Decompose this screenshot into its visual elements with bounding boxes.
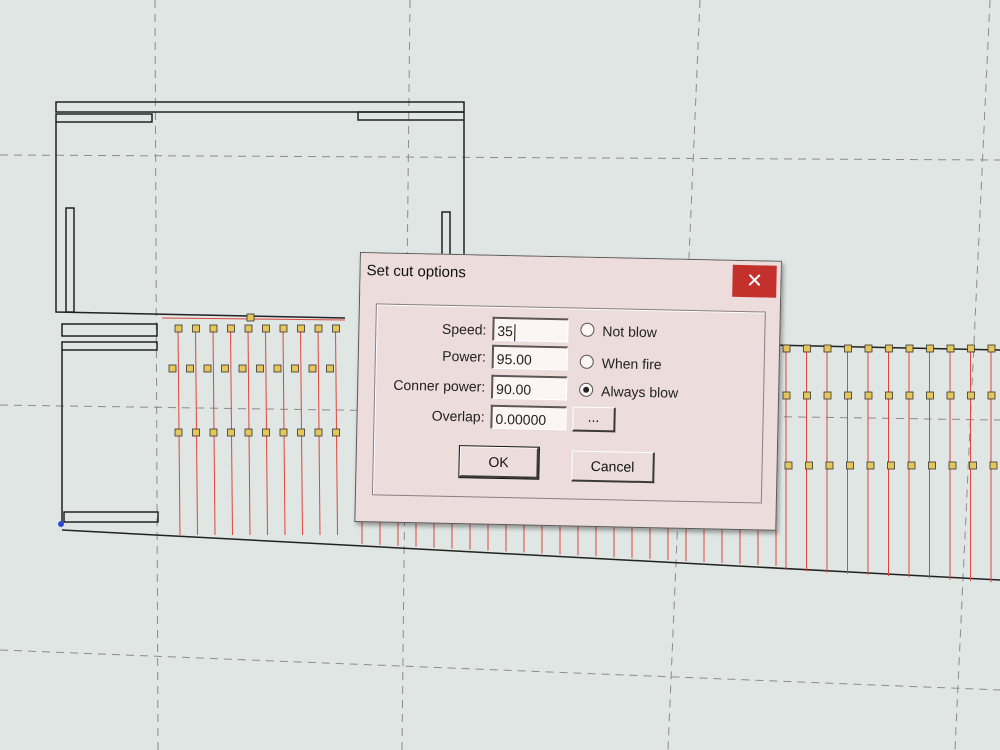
set-cut-options-dialog: Set cut options ✕ Speed: 35 Power: 95.00… bbox=[354, 252, 782, 531]
node-marker bbox=[262, 324, 270, 333]
corner-power-label: Conner power: bbox=[393, 376, 486, 395]
node-marker bbox=[186, 364, 194, 373]
node-marker bbox=[926, 391, 934, 400]
node-marker bbox=[926, 344, 934, 353]
node-marker bbox=[192, 324, 200, 333]
node-marker bbox=[332, 428, 340, 437]
node-marker bbox=[291, 364, 299, 373]
node-marker bbox=[209, 428, 218, 437]
node-marker bbox=[887, 461, 895, 470]
radio-always-blow[interactable]: Always blow bbox=[579, 382, 679, 401]
node-marker bbox=[885, 344, 893, 353]
radio-not-blow-label: Not blow bbox=[602, 323, 658, 341]
node-marker bbox=[987, 391, 996, 400]
node-marker bbox=[174, 428, 183, 437]
cancel-button[interactable]: Cancel bbox=[571, 450, 655, 484]
node-marker bbox=[227, 428, 235, 437]
node-marker bbox=[279, 428, 288, 437]
close-icon: ✕ bbox=[745, 270, 764, 293]
node-marker bbox=[784, 461, 793, 470]
node-marker bbox=[967, 344, 975, 353]
node-marker bbox=[326, 364, 334, 373]
node-marker bbox=[803, 391, 811, 400]
node-marker bbox=[844, 391, 852, 400]
radio-selected-icon bbox=[579, 382, 594, 397]
node-marker bbox=[844, 344, 852, 353]
node-marker bbox=[246, 313, 255, 322]
node-marker bbox=[221, 364, 229, 373]
node-marker bbox=[297, 324, 305, 333]
node-marker bbox=[905, 391, 914, 400]
node-marker bbox=[297, 428, 305, 437]
node-marker bbox=[168, 364, 177, 373]
node-marker bbox=[314, 324, 323, 333]
radio-not-blow[interactable]: Not blow bbox=[580, 322, 658, 341]
node-marker bbox=[256, 364, 264, 373]
dialog-title: Set cut options bbox=[366, 262, 467, 282]
radio-when-fire-label: When fire bbox=[601, 355, 662, 373]
origin-point bbox=[58, 521, 64, 527]
options-group: Speed: 35 Power: 95.00 Conner power: 90.… bbox=[371, 303, 766, 504]
node-marker bbox=[279, 324, 288, 333]
radio-circle-icon bbox=[579, 354, 594, 369]
node-marker bbox=[948, 461, 957, 470]
node-marker bbox=[782, 391, 791, 400]
overlap-label: Overlap: bbox=[431, 407, 485, 425]
node-marker bbox=[209, 324, 218, 333]
node-marker bbox=[238, 364, 247, 373]
node-marker bbox=[203, 364, 212, 373]
node-marker bbox=[244, 324, 253, 333]
dialog-titlebar[interactable]: Set cut options ✕ bbox=[360, 253, 781, 298]
node-marker bbox=[805, 461, 813, 470]
text-caret bbox=[513, 324, 516, 342]
power-input[interactable]: 95.00 bbox=[491, 344, 569, 371]
node-marker bbox=[803, 344, 811, 353]
node-marker bbox=[227, 324, 235, 333]
radio-circle-icon bbox=[580, 322, 595, 337]
node-marker bbox=[866, 461, 875, 470]
node-marker bbox=[846, 461, 854, 470]
node-marker bbox=[332, 324, 340, 333]
node-marker bbox=[192, 428, 200, 437]
node-marker bbox=[905, 344, 914, 353]
node-marker bbox=[823, 391, 832, 400]
node-marker bbox=[946, 344, 955, 353]
speed-input[interactable]: 35 bbox=[492, 316, 569, 343]
node-marker bbox=[864, 391, 873, 400]
node-marker bbox=[969, 461, 977, 470]
node-marker bbox=[946, 391, 955, 400]
node-marker bbox=[825, 461, 834, 470]
node-marker bbox=[262, 428, 270, 437]
node-marker bbox=[885, 391, 893, 400]
node-marker bbox=[273, 364, 282, 373]
radio-always-blow-label: Always blow bbox=[600, 383, 679, 401]
node-marker bbox=[907, 461, 916, 470]
node-marker bbox=[928, 461, 936, 470]
node-marker bbox=[782, 344, 791, 353]
overlap-more-button[interactable]: ... bbox=[572, 406, 616, 433]
corner-power-input[interactable]: 90.00 bbox=[490, 374, 568, 401]
node-marker bbox=[823, 344, 832, 353]
close-button[interactable]: ✕ bbox=[732, 264, 777, 298]
node-marker bbox=[174, 324, 183, 333]
node-marker bbox=[987, 344, 996, 353]
node-marker bbox=[308, 364, 317, 373]
node-marker bbox=[314, 428, 323, 437]
node-marker bbox=[244, 428, 253, 437]
node-marker bbox=[967, 391, 975, 400]
node-marker bbox=[989, 461, 998, 470]
ok-button[interactable]: OK bbox=[458, 445, 540, 480]
speed-label: Speed: bbox=[441, 320, 487, 338]
power-label: Power: bbox=[442, 347, 487, 365]
node-marker bbox=[864, 344, 873, 353]
radio-when-fire[interactable]: When fire bbox=[579, 354, 662, 373]
overlap-input[interactable]: 0.00000 bbox=[490, 404, 567, 431]
speed-value: 35 bbox=[497, 322, 514, 340]
